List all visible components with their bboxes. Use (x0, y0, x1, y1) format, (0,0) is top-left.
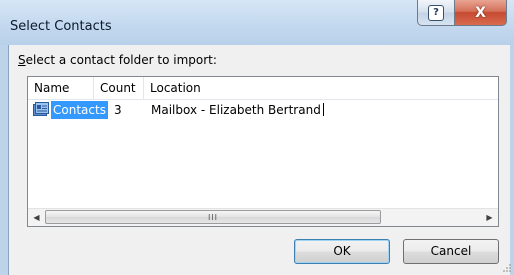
resize-grip-icon[interactable] (502, 263, 512, 273)
close-icon: X (475, 4, 486, 21)
contacts-folder-icon (33, 102, 49, 116)
list-item[interactable]: Contacts 3 Mailbox - Elizabeth Bertrand (28, 101, 498, 119)
text-caret (322, 103, 324, 116)
scroll-thumb[interactable]: III (45, 210, 381, 224)
contact-folder-name: Contacts (51, 101, 108, 119)
contact-folder-count: 3 (114, 103, 122, 117)
horizontal-scrollbar[interactable]: ◀ III ▶ (28, 208, 498, 226)
window-title: Select Contacts (10, 19, 112, 34)
scroll-left-button[interactable]: ◀ (28, 209, 45, 226)
column-header-name[interactable]: Name (28, 77, 94, 99)
title-bar: Select Contacts ? X (0, 0, 514, 45)
contact-folder-list[interactable]: Name Count Location Contacts 3 Mailbox -… (27, 76, 499, 227)
prompt-text: elect a contact folder to import: (25, 53, 217, 67)
column-header-location[interactable]: Location (144, 77, 498, 99)
contact-folder-location: Mailbox - Elizabeth Bertrand (151, 101, 324, 119)
location-text: Mailbox - Elizabeth Bertrand (151, 103, 321, 117)
prompt-mnemonic: S (18, 53, 26, 67)
help-button[interactable]: ? (417, 0, 455, 26)
close-button[interactable]: X (454, 0, 507, 26)
cancel-button[interactable]: Cancel (403, 239, 499, 264)
list-header: Name Count Location (28, 77, 498, 100)
column-header-count[interactable]: Count (94, 77, 144, 99)
help-icon: ? (428, 4, 444, 21)
ok-button[interactable]: OK (294, 239, 390, 264)
folder-prompt-label: Select a contact folder to import: (18, 53, 217, 67)
scroll-right-button[interactable]: ▶ (481, 209, 498, 226)
